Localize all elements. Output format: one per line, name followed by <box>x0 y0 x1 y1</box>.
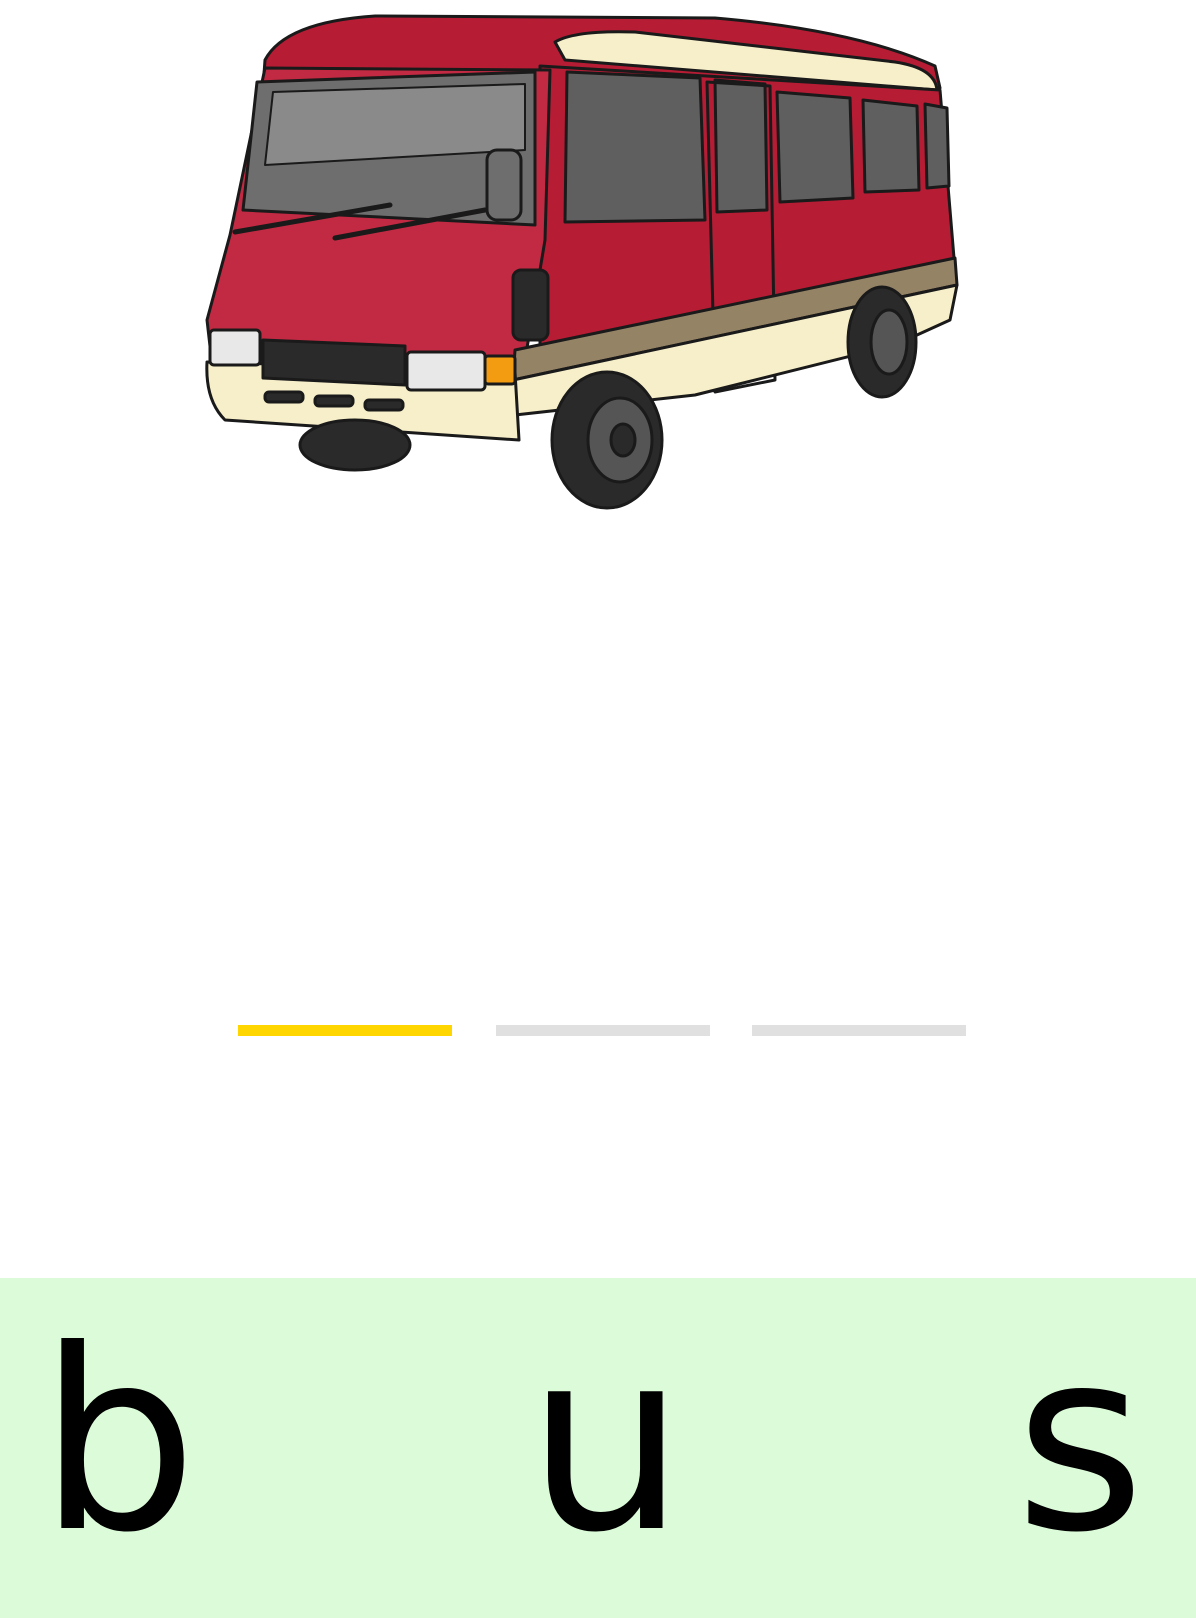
spelling-game-screen: b u s <box>0 0 1196 1618</box>
answer-slot-2[interactable] <box>496 1025 710 1036</box>
letter-tray: b u s <box>0 1278 1196 1618</box>
answer-slot-3[interactable] <box>752 1025 966 1036</box>
letter-tile-label: b <box>38 1296 198 1587</box>
letter-tile-label: u <box>526 1296 686 1587</box>
letter-tile-s[interactable]: s <box>970 1278 1190 1618</box>
letter-tile-label: s <box>1014 1296 1146 1587</box>
bus-picture <box>195 0 985 520</box>
letter-tile-b[interactable]: b <box>8 1278 228 1618</box>
bus-icon <box>205 14 959 510</box>
answer-slots <box>238 1025 968 1036</box>
letter-tile-u[interactable]: u <box>496 1278 716 1618</box>
answer-slot-1[interactable] <box>238 1025 452 1036</box>
